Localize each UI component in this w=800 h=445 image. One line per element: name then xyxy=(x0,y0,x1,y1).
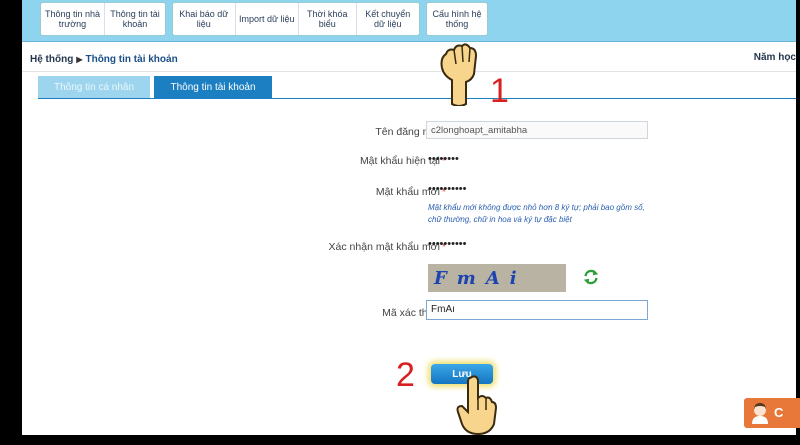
toolbar-group-config: Cấu hình hệ thống xyxy=(426,2,488,36)
toolbar-group-data: Khai báo dữ liệu Import dữ liệu Thời khó… xyxy=(172,2,420,36)
pointing-hand-icon xyxy=(456,375,498,435)
app-page: Thông tin nhà trường Thông tin tài khoản… xyxy=(22,0,796,435)
breadcrumb-root[interactable]: Hệ thống xyxy=(30,54,73,65)
captcha-input[interactable]: FmAı xyxy=(426,300,648,320)
timetable-button[interactable]: Thời khóa biểu xyxy=(297,3,356,35)
data-declaration-button[interactable]: Khai báo dữ liệu xyxy=(173,3,235,35)
breadcrumb-separator-icon: ▶ xyxy=(76,55,83,64)
refresh-icon[interactable] xyxy=(582,268,600,286)
toolbar-group-school: Thông tin nhà trường Thông tin tài khoản xyxy=(40,2,166,36)
captcha-image: FmAi xyxy=(428,264,566,292)
confirm-password-input[interactable]: •••••••••• xyxy=(428,238,467,250)
system-config-button[interactable]: Cấu hình hệ thống xyxy=(427,3,487,35)
screen-frame: Thông tin nhà trường Thông tin tài khoản… xyxy=(0,0,800,445)
account-form-panel xyxy=(38,98,796,408)
tab-bar: Thông tin cá nhân Thông tin tài khoản xyxy=(38,76,272,98)
password-hint: Mật khẩu mới không được nhỏ hơn 8 ký tự;… xyxy=(428,203,645,224)
breadcrumb-current: Thông tin tài khoản xyxy=(85,54,178,65)
current-password-input[interactable]: •••••••• xyxy=(428,153,459,165)
tab-account-info[interactable]: Thông tin tài khoản xyxy=(154,76,272,98)
top-toolbar: Thông tin nhà trường Thông tin tài khoản… xyxy=(22,0,796,42)
breadcrumb-bar: Hệ thống ▶ Thông tin tài khoản Năm học xyxy=(22,42,796,72)
step-2-marker: 2 xyxy=(396,356,415,394)
school-info-button[interactable]: Thông tin nhà trường xyxy=(41,3,104,35)
data-transfer-button[interactable]: Kết chuyển dữ liệu xyxy=(355,3,419,35)
step-1-marker: 1 xyxy=(490,72,509,110)
support-chat-label: C xyxy=(774,405,784,420)
new-password-input[interactable]: •••••••••• xyxy=(428,183,467,195)
tab-personal-info[interactable]: Thông tin cá nhân xyxy=(38,76,150,98)
breadcrumb: Hệ thống ▶ Thông tin tài khoản xyxy=(30,54,178,65)
support-avatar-icon xyxy=(752,403,768,424)
school-year-label: Năm học xyxy=(753,52,796,63)
import-data-button[interactable]: Import dữ liệu xyxy=(234,3,298,35)
pointing-hand-icon xyxy=(440,43,478,106)
account-info-button[interactable]: Thông tin tài khoản xyxy=(103,3,165,35)
username-field: c2longhoapt_amitabha xyxy=(426,121,648,139)
support-chat-widget[interactable]: C xyxy=(744,398,800,428)
